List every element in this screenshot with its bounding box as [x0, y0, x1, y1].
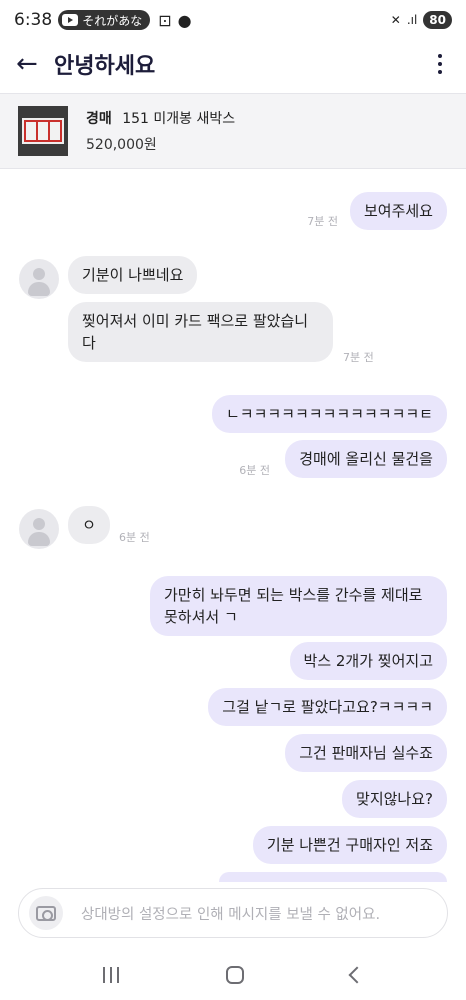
- message-bubble-in: 기분이 나쁘네요: [68, 256, 198, 294]
- status-bar: 6:38 それがあな ⊡ ● ✕ .ıl 80: [0, 0, 466, 40]
- more-vertical-icon[interactable]: [430, 50, 450, 78]
- message-time: 7분 전: [343, 351, 374, 364]
- status-time: 6:38: [14, 10, 53, 30]
- message-time: 6분 전: [239, 464, 270, 477]
- screenshot-icon: ⊡: [158, 10, 172, 30]
- input-disabled-notice: 상대방의 설정으로 인해 메시지를 보낼 수 없어요.: [81, 906, 381, 923]
- page-title: 안녕하세요: [54, 54, 156, 79]
- message-bubble-out: 보여주세요: [349, 192, 447, 230]
- system-nav-bar: [0, 950, 466, 1000]
- message-bubble-out: ㄴㅋㅋㅋㅋㅋㅋㅋㅋㅋㅋㅋㅋㅋㅌ: [211, 395, 447, 433]
- message-bubble-out: 가만히 놔두면 되는 박스를 간수를 제대로 못하셔서 ㄱ: [150, 576, 447, 636]
- status-right: ✕ .ıl 80: [391, 11, 452, 29]
- message-bubble-out: 박스 2개가 찢어지고: [289, 642, 447, 680]
- message-bubble-in: ㅇ: [68, 506, 110, 544]
- product-type: 경매: [86, 111, 112, 127]
- notification-pill: それがあな: [58, 10, 151, 30]
- message-input-bar: 상대방의 설정으로 인해 메시지를 보낼 수 없어요.: [18, 888, 448, 938]
- message-bubble-partial: [219, 872, 447, 882]
- talk-icon: ●: [177, 10, 192, 30]
- message-bubble-out: 기분 나쁜건 구매자인 저죠: [252, 826, 447, 864]
- battery-level: 80: [429, 13, 446, 27]
- avatar-icon[interactable]: [19, 509, 59, 549]
- message-time: 6분 전: [119, 531, 150, 544]
- notification-text: それがあな: [82, 13, 143, 28]
- mute-icon: ✕: [390, 13, 401, 27]
- signal-icon: .ıl: [406, 13, 418, 27]
- battery-icon: 80: [423, 11, 452, 29]
- product-card[interactable]: 경매 151 미개봉 새박스 520,000원: [0, 93, 466, 169]
- message-time: 7분 전: [307, 215, 338, 228]
- home-icon[interactable]: [225, 966, 244, 984]
- product-price: 520,000원: [86, 137, 157, 153]
- product-thumbnail: [18, 106, 68, 156]
- recent-apps-icon[interactable]: [103, 967, 120, 983]
- avatar-icon[interactable]: [19, 259, 59, 299]
- chat-header: ← 안녕하세요: [0, 40, 466, 88]
- youtube-icon: [62, 14, 79, 26]
- message-bubble-out: 그건 판매자님 실수죠: [285, 734, 447, 772]
- camera-button[interactable]: [29, 896, 63, 930]
- product-name: 151 미개봉 새박스: [122, 111, 236, 127]
- message-bubble-out: 맞지않나요?: [342, 780, 447, 818]
- camera-icon: [36, 905, 56, 921]
- nav-back-icon[interactable]: [348, 966, 366, 984]
- product-info: 경매 151 미개봉 새박스 520,000원: [86, 108, 235, 154]
- message-bubble-out: 경매에 올리신 물건을: [285, 440, 447, 478]
- back-arrow-icon[interactable]: ←: [16, 49, 48, 79]
- message-bubble-in: 찢어져서 이미 카드 팩으로 팔았습니 다: [68, 302, 333, 362]
- status-icons: ⊡ ●: [158, 11, 191, 30]
- chat-area[interactable]: 보여주세요 7분 전 기분이 나쁘네요 찢어져서 이미 카드 팩으로 팔았습니 …: [0, 170, 466, 882]
- message-bubble-out: 그걸 낱ㄱ로 팔았다고요?ㅋㅋㅋㅋ: [208, 688, 447, 726]
